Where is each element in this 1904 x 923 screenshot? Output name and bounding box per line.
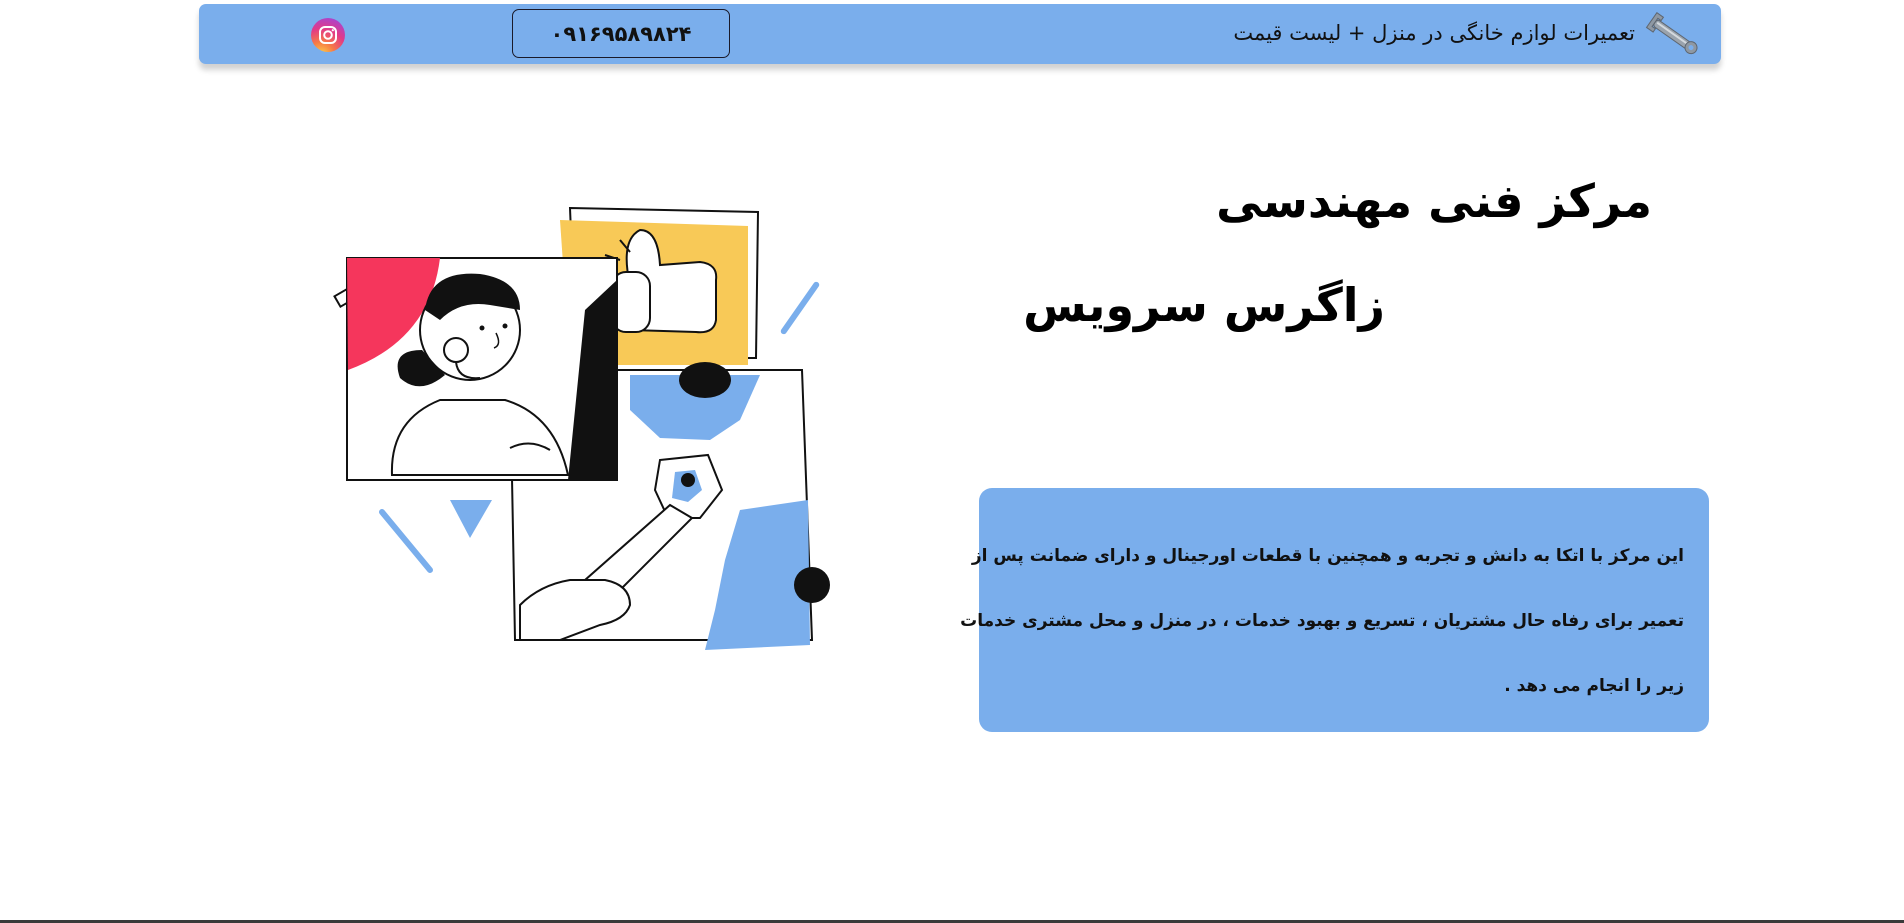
- description-line: زیر را انجام می دهد .: [1504, 676, 1684, 696]
- brand-title-link[interactable]: تعمیرات لوازم خانگی در منزل + لیست قیمت: [1233, 21, 1635, 45]
- description-line: این مرکز با اتکا به دانش و تجربه و همچنی…: [971, 546, 1684, 566]
- description-line: تعمیر برای رفاه حال مشتریان ، تسریع و به…: [960, 611, 1684, 631]
- description-box: این مرکز با اتکا به دانش و تجربه و همچنی…: [960, 488, 1709, 732]
- wrench-icon[interactable]: [1645, 12, 1701, 58]
- instagram-icon[interactable]: [311, 18, 345, 52]
- navbar: تعمیرات لوازم خانگی در منزل + لیست قیمت …: [199, 4, 1721, 64]
- page: تعمیرات لوازم خانگی در منزل + لیست قیمت …: [0, 0, 1904, 923]
- hero-title-line1: مرکز فنی مهندسی: [1216, 174, 1652, 228]
- hero-title-line2: زاگرس سرویس: [1023, 278, 1385, 332]
- support-illustration: [333, 206, 830, 650]
- phone-button[interactable]: ۰۹۱۶۹۵۸۹۸۲۴: [512, 9, 730, 58]
